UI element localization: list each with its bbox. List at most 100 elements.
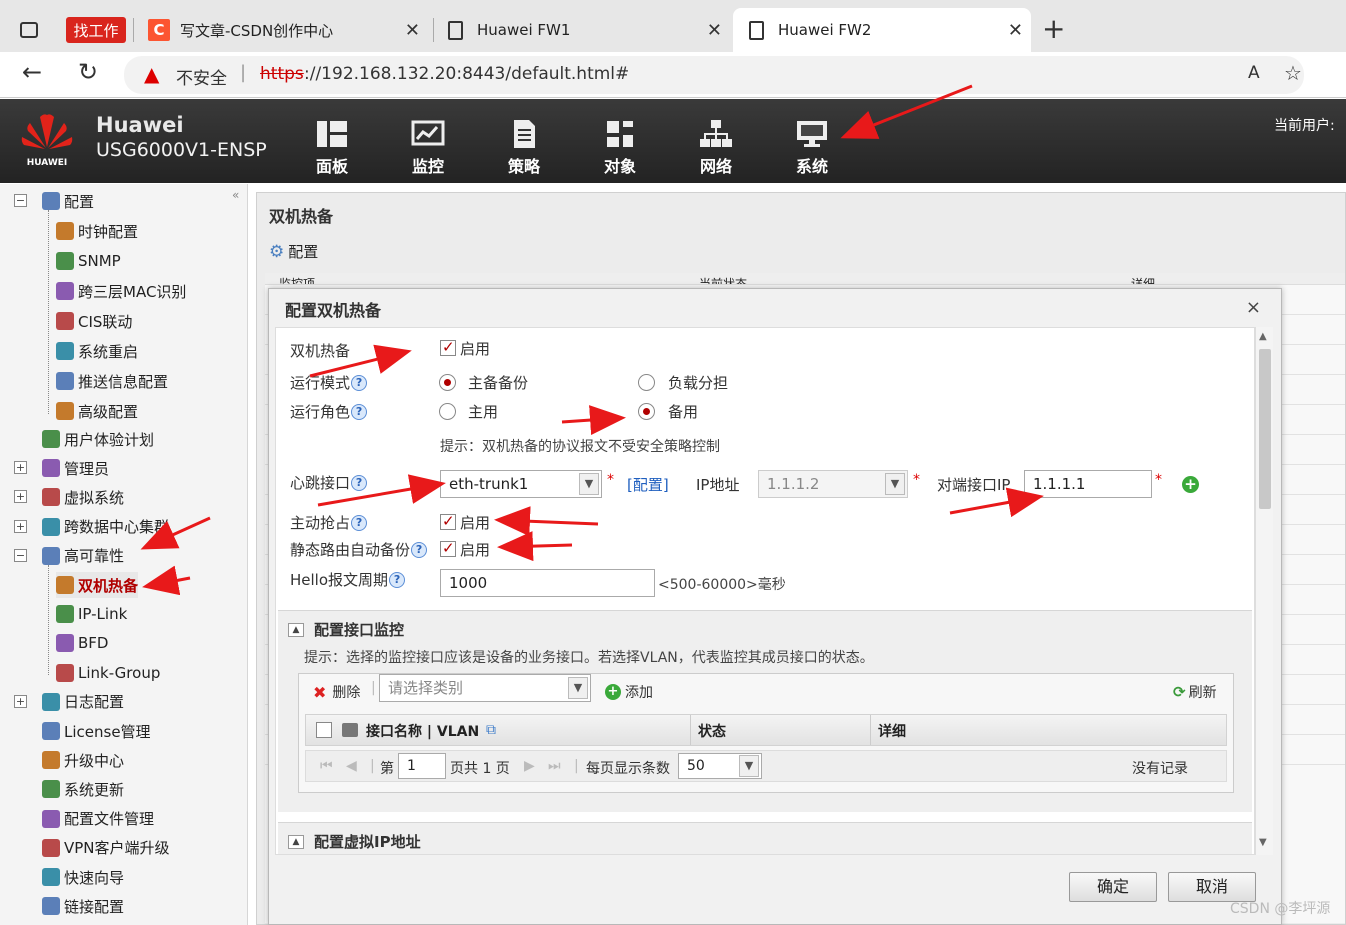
radio-load-sharing[interactable] [638, 374, 655, 391]
sidebar-item[interactable]: − 高可靠性 [14, 543, 124, 569]
collapse-up-icon[interactable]: ▲ [288, 834, 304, 849]
sidebar-item[interactable]: SNMP [56, 248, 121, 274]
sidebar-item[interactable]: + 跨数据中心集群 [14, 514, 169, 540]
first-page-icon[interactable]: ⏮ [320, 758, 333, 774]
vip-section-header[interactable]: ▲ 配置虚拟IP地址 [288, 831, 421, 852]
prev-page-icon[interactable]: ◀ [346, 758, 357, 774]
sidebar-item[interactable]: 系统更新 [42, 776, 124, 802]
tab-job-badge[interactable]: 找工作 [66, 17, 126, 43]
select-all-checkbox[interactable] [316, 722, 332, 738]
page-size-select[interactable]: 50 ▼ [678, 753, 762, 779]
expand-icon[interactable]: + [14, 519, 27, 533]
delete-button[interactable]: ✖ 删除 [313, 682, 360, 702]
sidebar-item[interactable]: CIS联动 [56, 308, 132, 334]
col-detail[interactable]: 详细 [878, 721, 906, 741]
expand-icon[interactable]: + [14, 461, 27, 475]
hello-interval-field[interactable]: 1000 [440, 569, 655, 597]
sidebar-item[interactable]: + 日志配置 [14, 689, 124, 715]
static-route-enable-checkbox[interactable] [440, 539, 456, 557]
scroll-down-icon[interactable]: ▼ [1259, 837, 1267, 848]
tab-csdn[interactable]: C 写文章-CSDN创作中心 ✕ [148, 8, 428, 52]
tab-actions-icon[interactable] [20, 22, 38, 38]
chevron-down-icon[interactable]: ▼ [739, 755, 759, 777]
peer-ip-field[interactable]: 1.1.1.1 [1024, 470, 1152, 498]
expand-icon[interactable]: + [14, 694, 27, 708]
help-icon[interactable]: ? [411, 541, 428, 558]
sidebar-item[interactable]: + 管理员 [14, 455, 109, 481]
url-field[interactable]: ▲ 不安全 | https ://192.168.132.20:8443/def… [124, 56, 1304, 94]
add-circle-icon[interactable]: + [1182, 476, 1199, 493]
col-interface[interactable]: 接口名称 | VLAN [366, 721, 479, 741]
sidebar-item[interactable]: 升级中心 [42, 747, 124, 773]
sidebar-item[interactable]: 高级配置 [56, 398, 138, 424]
hrp-enable-checkbox[interactable] [440, 338, 456, 356]
favorite-star-icon[interactable]: ☆ [1284, 61, 1302, 85]
expand-icon[interactable]: + [14, 490, 27, 504]
last-page-icon[interactable]: ⏭ [548, 758, 561, 774]
nav-object[interactable]: 对象 [590, 119, 650, 177]
help-icon[interactable]: ? [351, 474, 368, 491]
chevron-down-icon[interactable]: ▼ [568, 677, 588, 699]
nav-dashboard[interactable]: 面板 [302, 119, 362, 177]
preempt-enable-checkbox[interactable] [440, 512, 456, 530]
help-icon[interactable]: ? [351, 374, 368, 391]
scroll-thumb[interactable] [1259, 349, 1271, 509]
help-icon[interactable]: ? [351, 403, 368, 420]
collapse-icon[interactable]: − [14, 548, 27, 562]
sidebar-item[interactable]: + 虚拟系统 [14, 484, 124, 510]
close-icon[interactable]: ✕ [707, 20, 722, 41]
tab-huawei-fw2[interactable]: Huawei FW2 ✕ [733, 8, 1031, 52]
ok-button[interactable]: 确定 [1069, 872, 1157, 902]
sidebar-item[interactable]: − 配置 [14, 188, 94, 214]
help-icon[interactable]: ? [351, 514, 368, 531]
close-icon[interactable]: ✕ [405, 20, 420, 41]
scroll-up-icon[interactable]: ▲ [1259, 331, 1267, 342]
add-button[interactable]: + 添加 [605, 682, 653, 702]
close-icon[interactable]: ✕ [1008, 20, 1023, 41]
category-select[interactable]: 请选择类别 ▼ [379, 674, 591, 702]
radio-role-master[interactable] [439, 403, 456, 420]
radio-role-backup[interactable] [638, 403, 655, 420]
heartbeat-select[interactable]: eth-trunk1 ▼ [440, 470, 602, 498]
close-icon[interactable]: × [1246, 297, 1261, 318]
sidebar-item[interactable]: 时钟配置 [56, 218, 138, 244]
sidebar-item[interactable]: 配置文件管理 [42, 806, 154, 832]
heartbeat-config-link[interactable]: [配置] [627, 474, 669, 495]
next-page-icon[interactable]: ▶ [524, 758, 535, 774]
sidebar-item-label: 用户体验计划 [64, 430, 155, 449]
collapse-up-icon[interactable]: ▲ [288, 622, 304, 637]
collapse-icon[interactable]: − [14, 194, 27, 207]
read-aloud-icon[interactable]: A [1248, 63, 1260, 83]
reload-icon[interactable]: ↻ [78, 58, 98, 86]
nav-monitor[interactable]: 监控 [398, 119, 458, 177]
dialog-scrollbar[interactable]: ▲ ▼ [1255, 327, 1273, 855]
nav-network[interactable]: 网络 [686, 119, 746, 177]
sidebar-item[interactable]: License管理 [42, 718, 151, 744]
col-status[interactable]: 状态 [698, 721, 726, 741]
new-tab-button[interactable]: + [1042, 12, 1065, 45]
nav-system[interactable]: 系统 [782, 119, 842, 177]
sidebar-item[interactable]: 推送信息配置 [56, 368, 168, 394]
tab-huawei-fw1[interactable]: Huawei FW1 ✕ [448, 8, 730, 52]
sidebar-item-label: VPN客户端升级 [64, 839, 170, 858]
config-link[interactable]: ⚙ 配置 [269, 241, 318, 262]
sidebar-item[interactable]: 快速向导 [42, 864, 124, 890]
sidebar-item[interactable]: VPN客户端升级 [42, 835, 170, 861]
chevron-down-icon[interactable]: ▼ [579, 473, 599, 495]
monitor-section-header[interactable]: ▲ 配置接口监控 [288, 619, 404, 640]
sidebar-item[interactable]: 跨三层MAC识别 [56, 278, 186, 304]
sidebar-item[interactable]: 链接配置 [42, 893, 124, 919]
sidebar-item[interactable]: 用户体验计划 [42, 426, 154, 452]
nav-policy[interactable]: 策略 [494, 119, 554, 177]
sidebar-item[interactable]: IP-Link [56, 601, 127, 627]
sidebar-item[interactable]: Link-Group [56, 660, 160, 686]
help-icon[interactable]: ? [389, 571, 406, 588]
sidebar-item[interactable]: 双机热备 [56, 572, 139, 598]
radio-active-standby[interactable] [439, 374, 456, 391]
page-number-field[interactable]: 1 [398, 753, 446, 779]
sidebar-item[interactable]: 系统重启 [56, 338, 138, 364]
refresh-button[interactable]: ⟳ 刷新 [1173, 682, 1217, 702]
back-arrow-icon[interactable]: ← [22, 58, 42, 86]
sidebar-item[interactable]: BFD [56, 630, 108, 656]
collapse-sidebar-icon[interactable]: « [232, 188, 239, 202]
